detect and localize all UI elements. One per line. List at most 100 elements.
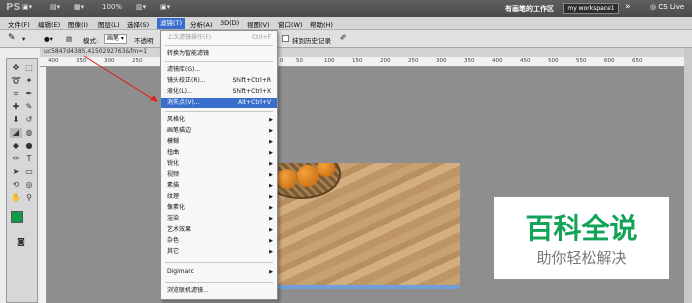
menu-item-artistic[interactable]: 艺术效果 ▶: [161, 225, 277, 235]
ruler-tick: 350: [76, 58, 87, 64]
arrange-documents-icon[interactable]: ▥▾: [136, 3, 146, 11]
menu-item-sharpen[interactable]: 锐化 ▶: [161, 159, 277, 169]
mode-label: 模式:: [83, 37, 99, 45]
menu-item-filter-gallery[interactable]: 滤镜库(G)...: [161, 65, 277, 75]
menu-select[interactable]: 选择(S): [127, 19, 149, 29]
dodge-tool-icon[interactable]: ●: [23, 141, 35, 151]
menu-filter[interactable]: 滤镜(T): [157, 18, 186, 29]
submenu-arrow-icon: ▶: [269, 269, 273, 275]
ruler-tick: 250: [408, 58, 419, 64]
ruler-tick: 450: [520, 58, 531, 64]
history-brush-icon[interactable]: ↺: [23, 115, 35, 125]
menu-window[interactable]: 窗口(W): [278, 19, 303, 29]
menu-item-distort[interactable]: 扭曲 ▶: [161, 148, 277, 158]
blur-tool-icon[interactable]: ◆: [10, 141, 22, 151]
brush-size-icon[interactable]: ●▾: [44, 35, 53, 43]
zoom-tool-icon[interactable]: ⚲: [23, 193, 35, 203]
menu-view[interactable]: 视图(V): [247, 19, 270, 29]
eyedropper-icon[interactable]: ✒: [23, 89, 35, 99]
menu-analysis[interactable]: 分析(A): [190, 19, 213, 29]
menu-help[interactable]: 帮助(H): [310, 19, 333, 29]
tools-panel: ✥ ⬚ ➰ ✦ ⌗ ✒ ✚ ✎ ⬇ ↺ ◢ ◍ ◆ ● ✑ T ➤ ▭ ⟲ ◎ …: [6, 58, 38, 303]
menu-item-vanishing-point[interactable]: 消失点(V)... Alt+Ctrl+V: [161, 98, 277, 108]
workspace-label[interactable]: 有画笔的工作区: [505, 4, 554, 14]
eraser-tool-icon[interactable]: ✎: [8, 33, 16, 43]
menu-item-label: 滤镜库(G)...: [167, 66, 201, 73]
move-tool-icon[interactable]: ✥: [10, 63, 22, 73]
menu-item-noise[interactable]: 杂色 ▶: [161, 236, 277, 246]
menu-layer[interactable]: 图层(L): [98, 19, 120, 29]
zoom-level[interactable]: 100%: [102, 3, 122, 11]
menu-item-shortcut: Alt+Ctrl+V: [238, 99, 271, 106]
shape-tool-icon[interactable]: ▭: [23, 167, 35, 177]
lasso-tool-icon[interactable]: ➰: [10, 76, 22, 86]
menu-item-texture[interactable]: 纹理 ▶: [161, 192, 277, 202]
menu-item-label: 杂色: [167, 237, 180, 244]
paint-bucket-icon[interactable]: ◍: [23, 128, 35, 138]
ruler-tick: 400: [48, 58, 59, 64]
bridge-icon[interactable]: ▣▾: [22, 3, 32, 11]
foreground-color-swatch[interactable]: [11, 211, 23, 223]
marquee-tool-icon[interactable]: ⬚: [23, 63, 35, 73]
menu-item-label: 艺术效果: [167, 226, 192, 233]
menu-item-video[interactable]: 视频 ▶: [161, 170, 277, 180]
menu-item-digimarc[interactable]: Digimarc ▶: [161, 267, 277, 277]
more-workspaces-icon[interactable]: »: [625, 2, 631, 12]
menu-item-other[interactable]: 其它 ▶: [161, 247, 277, 257]
menu-item-browse-filters-online[interactable]: 浏览联机滤镜...: [161, 286, 277, 296]
brush-panel-icon[interactable]: ▤: [66, 35, 72, 43]
mode-value: 画笔: [107, 35, 120, 42]
path-selection-icon[interactable]: ➤: [10, 167, 22, 177]
submenu-arrow-icon: ▶: [269, 183, 273, 189]
mode-select[interactable]: 画笔 ▾: [104, 34, 127, 44]
menu-item-blur[interactable]: 模糊 ▶: [161, 137, 277, 147]
menu-item-convert-smart-filter[interactable]: 转换为智能滤镜: [161, 49, 277, 59]
view-extras-icon[interactable]: ▦▾: [74, 3, 84, 11]
workspace-button[interactable]: my workspace1: [563, 3, 619, 14]
erase-to-history-checkbox[interactable]: [282, 35, 289, 42]
document-image[interactable]: [271, 163, 460, 285]
menu-item-brush-strokes[interactable]: 画笔描边 ▶: [161, 126, 277, 136]
ruler-tick: 350: [464, 58, 475, 64]
menu-edit[interactable]: 编辑(E): [38, 19, 60, 29]
document-tab[interactable]: uc5847d4385,4150292763&fm=1: [40, 48, 692, 57]
menu-item-last-filter[interactable]: 上次滤镜操作(F) Ctrl+F: [161, 33, 277, 43]
quick-mask-icon[interactable]: ◙: [15, 237, 27, 247]
cs-live-button[interactable]: ◎ CS Live: [650, 3, 684, 11]
submenu-arrow-icon: ▶: [269, 128, 273, 134]
crop-tool-icon[interactable]: ⌗: [10, 89, 22, 99]
tool-preset-dropdown-icon[interactable]: ▾: [22, 35, 25, 43]
menu-3d[interactable]: 3D(D): [220, 19, 239, 27]
eraser-tool-icon[interactable]: ◢: [10, 128, 22, 138]
magic-wand-icon[interactable]: ✦: [23, 76, 35, 86]
3d-rotate-icon[interactable]: ⟲: [10, 180, 22, 190]
3d-camera-icon[interactable]: ◎: [23, 180, 35, 190]
menu-item-label: 锐化: [167, 160, 180, 167]
menu-item-shortcut: Ctrl+F: [251, 34, 271, 41]
photoshop-logo: PS: [6, 2, 21, 13]
menu-item-lens-correction[interactable]: 镜头校正(R)... Shift+Ctrl+R: [161, 76, 277, 86]
pen-tool-icon[interactable]: ✑: [10, 154, 22, 164]
hand-tool-icon[interactable]: ✋: [10, 193, 22, 203]
menu-item-liquify[interactable]: 液化(L)... Shift+Ctrl+X: [161, 87, 277, 97]
menu-item-pixelate[interactable]: 像素化 ▶: [161, 203, 277, 213]
menu-item-label: 模糊: [167, 138, 180, 145]
screen-mode-icon[interactable]: ▣▾: [160, 3, 170, 11]
menu-item-label: 镜头校正(R)...: [167, 77, 206, 84]
menu-separator: [165, 45, 273, 46]
menu-item-label: 扭曲: [167, 149, 180, 156]
menu-item-label: 液化(L)...: [167, 88, 193, 95]
menu-item-stylize[interactable]: 风格化 ▶: [161, 115, 277, 125]
menu-file[interactable]: 文件(F): [8, 19, 30, 29]
clone-stamp-icon[interactable]: ⬇: [10, 115, 22, 125]
menu-item-sketch[interactable]: 素描 ▶: [161, 181, 277, 191]
menu-item-label: 像素化: [167, 204, 186, 211]
menu-item-label: 上次滤镜操作(F): [167, 34, 212, 41]
menu-image[interactable]: 图像(I): [68, 19, 88, 29]
minibridge-icon[interactable]: ▤▾: [50, 3, 60, 11]
menu-item-render[interactable]: 渲染 ▶: [161, 214, 277, 224]
airbrush-icon[interactable]: ✐: [340, 33, 347, 42]
healing-brush-icon[interactable]: ✚: [10, 102, 22, 112]
type-tool-icon[interactable]: T: [23, 154, 35, 164]
brush-tool-icon[interactable]: ✎: [23, 102, 35, 112]
